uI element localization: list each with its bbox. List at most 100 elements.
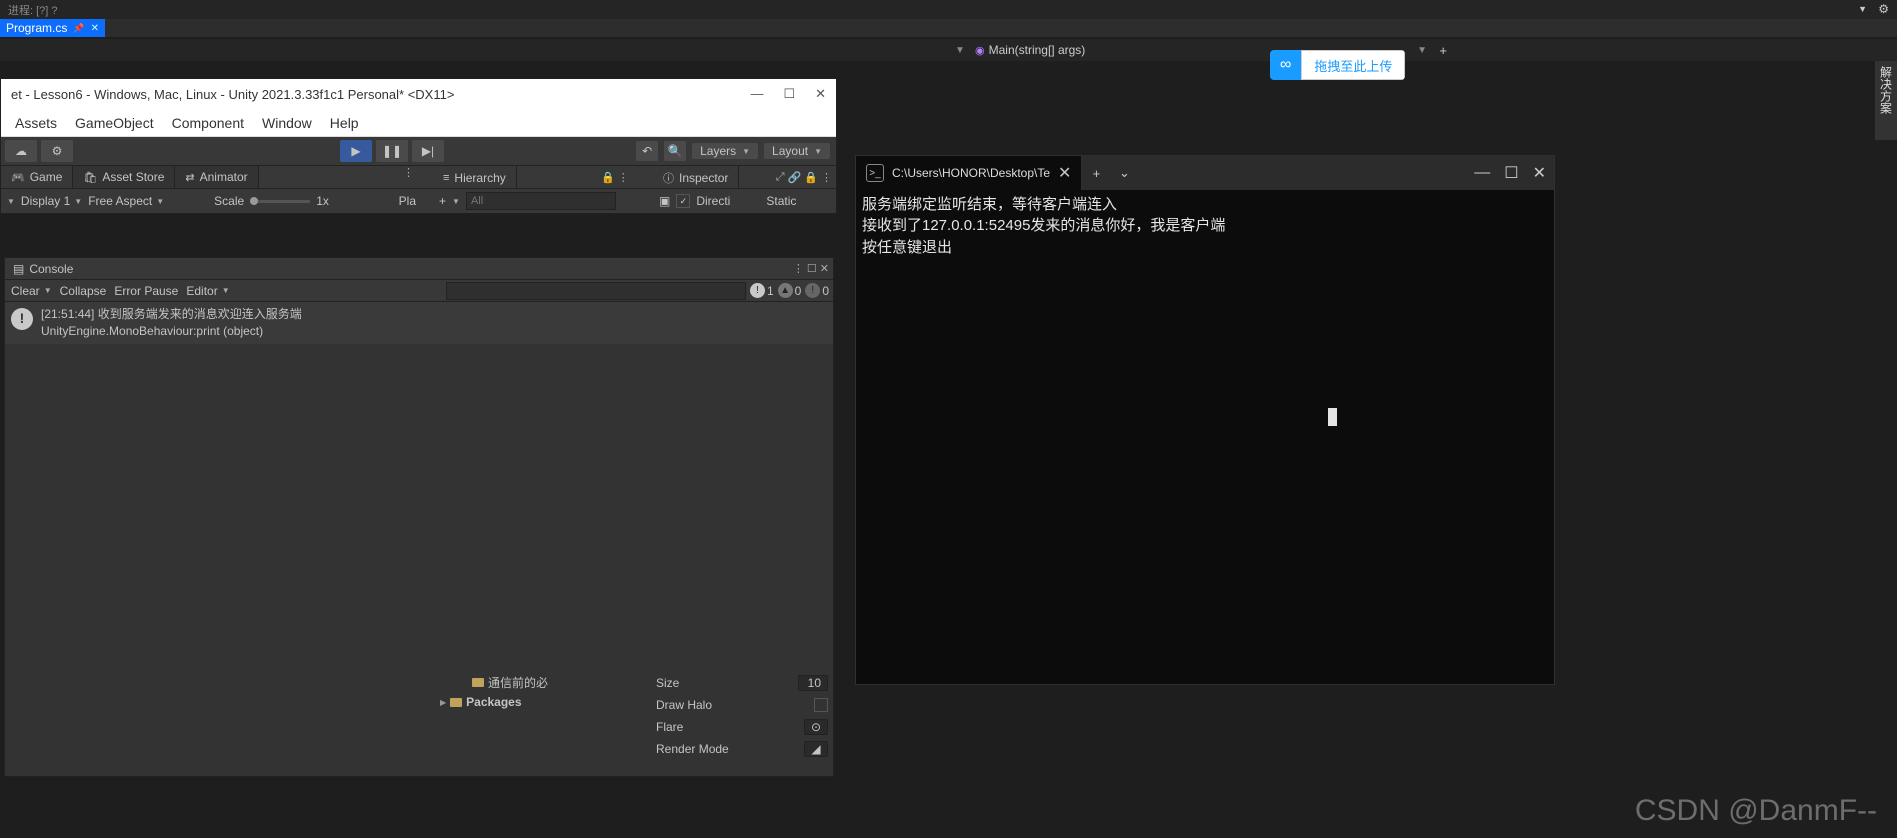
aspect-selector[interactable]: Free Aspect▼ — [88, 194, 164, 208]
inspector-expand-icon[interactable]: ⤢ — [776, 171, 785, 184]
terminal-newtab-button[interactable]: + — [1082, 166, 1110, 181]
scale-knob[interactable] — [250, 197, 258, 205]
chevron-down-icon[interactable]: ▼ — [7, 197, 15, 206]
size-label: Size — [656, 676, 679, 690]
cloud-button[interactable]: ☁ — [5, 140, 37, 162]
step-icon: ▶| — [422, 144, 434, 158]
unity-subtoolbar: ▼ Display 1▼ Free Aspect▼ Scale 1x Pla +… — [1, 189, 836, 213]
terminal-close-button[interactable]: ✕ — [1533, 163, 1546, 183]
hierarchy-item[interactable]: 通信前的必 — [432, 672, 650, 692]
panel-menu-icon[interactable]: ⋮ — [403, 166, 414, 179]
menu-gameobject[interactable]: GameObject — [75, 115, 154, 131]
play-button[interactable]: ▶ — [340, 140, 372, 162]
console-toolbar: Clear▼ Collapse Error Pause Editor▼ !1 ▲… — [5, 280, 833, 302]
breadcrumb-bar: ▼ ◉ Main(string[] args) ▼ + — [0, 39, 1897, 61]
tab-hierarchy[interactable]: ≡Hierarchy — [433, 166, 517, 190]
menu-assets[interactable]: Assets — [15, 115, 57, 131]
crumb-plus-icon[interactable]: + — [1439, 43, 1447, 58]
hierarchy-add-button[interactable]: + — [439, 194, 446, 208]
tab-inspector-label: Inspector — [679, 171, 728, 185]
unity-minimize-button[interactable]: — — [750, 86, 763, 102]
hierarchy-lock-icon[interactable]: 🔒 — [601, 171, 615, 184]
aspect-label: Free Aspect — [88, 194, 152, 208]
terminal-dropdown-button[interactable]: ⌄ — [1110, 165, 1138, 181]
search-button[interactable]: 🔍 — [664, 141, 686, 161]
pin-icon[interactable]: 📌 — [73, 23, 84, 34]
top-gear-icon[interactable]: ⚙ — [1878, 2, 1889, 16]
console-tab[interactable]: ▤Console — [5, 258, 81, 279]
undo-button[interactable]: ↶ — [636, 141, 658, 161]
layers-dropdown[interactable]: Layers▼ — [692, 143, 758, 159]
log-entry[interactable]: ! [21:51:44] 收到服务端发来的消息欢迎连入服务端 UnityEngi… — [5, 302, 833, 344]
process-label: 进程: [?] ? — [8, 2, 58, 18]
editor-label: Editor — [186, 284, 217, 298]
console-tabrow: ▤Console ⋮ ☐ ✕ — [5, 258, 833, 280]
tab-hierarchy-label: Hierarchy — [454, 171, 505, 185]
console-close-icon[interactable]: ✕ — [820, 262, 829, 275]
warn-icon: ▲ — [778, 283, 793, 298]
tab-animator[interactable]: ⇄Animator — [175, 166, 258, 188]
terminal-minimize-button[interactable]: — — [1474, 164, 1490, 182]
drawhalo-checkbox[interactable] — [814, 698, 828, 712]
tab-assetstore[interactable]: 🛍Asset Store — [73, 166, 175, 188]
hierarchy-packages[interactable]: ▶Packages — [432, 692, 650, 712]
rendermode-dropdown[interactable]: ◢ — [804, 741, 828, 757]
top-dropdown-icon[interactable]: ▼ — [1858, 4, 1867, 14]
method-icon: ◉ — [975, 44, 985, 57]
error-icon: ! — [805, 283, 820, 298]
cloud-icon: ☁ — [15, 144, 27, 158]
warn-count-badge[interactable]: ▲0 — [778, 283, 802, 298]
unity-close-button[interactable]: ✕ — [815, 86, 826, 102]
inspector-lock-icon[interactable]: 🔒 — [804, 171, 818, 184]
close-tab-icon[interactable]: ✕ — [91, 23, 99, 34]
solution-explorer-label: 解决方案 — [1878, 66, 1895, 114]
crumb-dropdown-right[interactable]: ▼ — [1417, 45, 1427, 56]
inspector-link-icon[interactable]: 🔗 — [788, 171, 802, 184]
errorpause-button[interactable]: Error Pause — [114, 284, 178, 298]
hierarchy-menu-icon[interactable]: ⋮ — [618, 171, 629, 184]
inspector-menu-icon[interactable]: ⋮ — [821, 171, 832, 184]
console-maximize-icon[interactable]: ☐ — [807, 262, 817, 275]
file-tab-program[interactable]: Program.cs 📌 ✕ — [0, 19, 105, 37]
console-menu-icon[interactable]: ⋮ — [793, 262, 804, 275]
clear-button[interactable]: Clear▼ — [11, 284, 52, 298]
menu-help[interactable]: Help — [330, 115, 359, 131]
size-field[interactable]: 10 — [798, 675, 828, 691]
hier-item-label: 通信前的必 — [488, 674, 548, 691]
method-selector[interactable]: ◉ Main(string[] args) — [975, 43, 1085, 57]
tab-inspector[interactable]: ⓘInspector — [653, 166, 739, 190]
scale-slider[interactable] — [250, 200, 310, 203]
layout-dropdown[interactable]: Layout▼ — [764, 143, 830, 159]
crumb-dropdown-left[interactable]: ▼ — [955, 45, 965, 56]
terminal-body[interactable]: 服务端绑定监听结束，等待客户端连入 接收到了127.0.0.1:52495发来的… — [856, 190, 1554, 684]
step-button[interactable]: ▶| — [412, 140, 444, 162]
display-label: Display 1 — [21, 194, 70, 208]
info-icon: ! — [750, 283, 765, 298]
scale-label: Scale — [214, 194, 244, 208]
collapse-button[interactable]: Collapse — [60, 284, 107, 298]
static-label[interactable]: Static — [766, 194, 796, 208]
tab-game[interactable]: 🎮Game — [1, 166, 73, 188]
flare-picker[interactable]: ⊙ — [804, 719, 828, 735]
unity-maximize-button[interactable]: ☐ — [783, 86, 795, 102]
pause-button[interactable]: ❚❚ — [376, 140, 408, 162]
go-name: Directi — [696, 194, 730, 208]
animator-icon: ⇄ — [185, 171, 194, 184]
terminal-tab[interactable]: >_ C:\Users\HONOR\Desktop\Te ✕ — [856, 156, 1082, 190]
error-count-badge[interactable]: !0 — [805, 283, 829, 298]
display-selector[interactable]: Display 1▼ — [21, 194, 82, 208]
terminal-tab-close-icon[interactable]: ✕ — [1058, 163, 1071, 183]
terminal-maximize-button[interactable]: ☐ — [1504, 163, 1518, 183]
hierarchy-search-input[interactable] — [466, 192, 616, 210]
menu-window[interactable]: Window — [262, 115, 312, 131]
upload-drop-target[interactable]: ∞ 拖拽至此上传 — [1270, 50, 1405, 80]
settings-button[interactable]: ⚙ — [41, 140, 73, 162]
menu-component[interactable]: Component — [172, 115, 244, 131]
console-search-input[interactable] — [446, 282, 746, 300]
watermark: CSDN @DanmF-- — [1635, 794, 1877, 828]
packages-label: Packages — [466, 695, 521, 709]
error-count: 0 — [822, 284, 829, 298]
editor-dropdown[interactable]: Editor▼ — [186, 284, 229, 298]
active-checkbox[interactable]: ✓ — [676, 194, 690, 208]
info-count-badge[interactable]: !1 — [750, 283, 774, 298]
